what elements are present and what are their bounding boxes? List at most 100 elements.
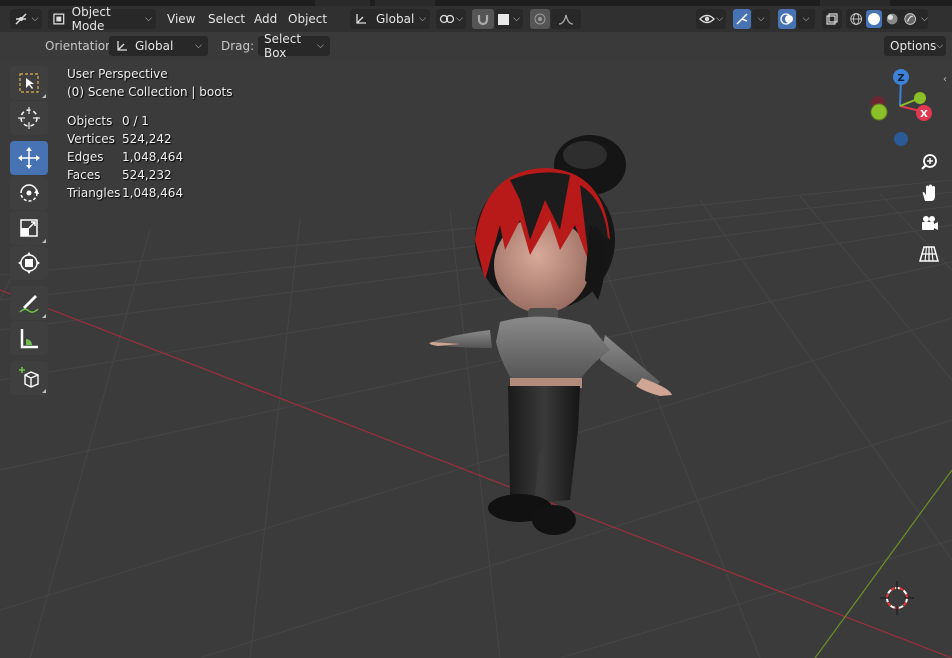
material-preview-icon[interactable]	[885, 11, 899, 27]
proportional-editing-icon	[534, 13, 546, 25]
gizmo-dropdown[interactable]: ⌵	[752, 9, 770, 29]
chevron-down-icon: ⌵	[513, 14, 520, 24]
view-name: User Perspective	[67, 67, 168, 81]
move-icon	[18, 147, 40, 169]
annotate-tool[interactable]	[10, 286, 48, 320]
overlays-icon	[780, 13, 793, 25]
xray-icon	[826, 13, 838, 25]
snap-target-dropdown[interactable]: ⌵	[495, 9, 523, 29]
zoom-button[interactable]	[915, 148, 943, 176]
proportional-editing-toggle[interactable]	[530, 9, 550, 29]
eye-icon	[699, 14, 715, 24]
tool-settings-bar: Orientation: Global ⌵ Drag: Select Box ⌵…	[0, 32, 952, 60]
solid-shading-button[interactable]	[866, 10, 883, 28]
gizmo-icon	[736, 13, 748, 25]
viewport-header: ⌵ Object Mode ⌵ View Select Add Object G…	[0, 5, 952, 33]
rotate-icon	[20, 184, 39, 202]
rendered-shading-icon[interactable]	[903, 11, 917, 27]
collection-line: (0) Scene Collection | boots	[67, 85, 233, 99]
chevron-down-icon: ⌵	[921, 14, 928, 24]
menu-add[interactable]: Add	[254, 12, 277, 26]
stat-value-faces: 524,232	[122, 168, 172, 182]
proportional-falloff-dropdown[interactable]	[551, 9, 581, 29]
grid-perspective-icon	[919, 246, 939, 262]
stat-label-faces: Faces	[67, 168, 101, 182]
gizmo-neg-z-handle[interactable]	[894, 132, 908, 146]
rotate-tool[interactable]	[10, 176, 48, 210]
drag-value: Select Box	[264, 32, 302, 60]
chevron-down-icon: ⌵	[716, 14, 723, 24]
scale-icon	[20, 219, 38, 237]
y-axis-line	[814, 469, 952, 658]
stat-label-vertices: Vertices	[67, 132, 115, 146]
snap-magnet-icon	[477, 15, 489, 26]
chevron-down-icon: ⌵	[802, 14, 810, 24]
chevron-down-icon: ⌵	[419, 14, 426, 24]
gizmo-z-label: Z	[897, 73, 904, 84]
annotate-icon	[19, 295, 39, 313]
chevron-down-icon: ⌵	[456, 14, 463, 24]
camera-icon	[922, 216, 938, 230]
gizmo-y-handle[interactable]	[914, 92, 926, 104]
sidebar-toggle-icon[interactable]: ‹	[943, 74, 947, 85]
transform-tool[interactable]	[10, 246, 48, 280]
falloff-curve-icon	[558, 14, 574, 25]
select-box-tool[interactable]	[10, 66, 48, 100]
stat-label-triangles: Triangles	[67, 186, 121, 200]
navigation-gizmo[interactable]: Z X	[862, 66, 942, 152]
hand-icon	[922, 184, 935, 201]
orientation-icon	[117, 41, 127, 51]
transform-orientation-dropdown[interactable]: Global ⌵	[350, 9, 430, 29]
chevron-down-icon: ⌵	[317, 41, 324, 51]
chevron-down-icon: ⌵	[31, 14, 39, 24]
pivot-point-icon	[439, 14, 455, 24]
overlays-toggle[interactable]	[778, 9, 796, 29]
3d-cursor-icon[interactable]	[880, 581, 914, 615]
perspective-toggle-button[interactable]	[915, 240, 943, 268]
solid-shading-icon	[868, 13, 881, 25]
visibility-dropdown[interactable]: ⌵	[696, 9, 726, 29]
stat-value-vertices: 524,242	[122, 132, 172, 146]
move-tool[interactable]	[10, 141, 48, 175]
options-dropdown[interactable]: Options ⌵	[884, 36, 946, 56]
chevron-down-icon: ⌵	[936, 41, 944, 51]
orientation-dropdown[interactable]: Global ⌵	[109, 36, 208, 56]
snap-toggle[interactable]	[472, 9, 494, 29]
add-cube-icon	[19, 367, 39, 388]
scale-tool[interactable]	[10, 211, 48, 245]
object-mode-icon	[53, 13, 65, 25]
pivot-point-button[interactable]: ⌵	[436, 9, 466, 29]
drag-dropdown[interactable]: Select Box ⌵	[258, 32, 330, 60]
snap-element-icon	[498, 13, 510, 25]
pan-button[interactable]	[915, 179, 943, 207]
3d-viewport-icon	[15, 13, 27, 25]
orientation-icon	[356, 14, 366, 24]
gizmo-neg-y-handle[interactable]	[870, 103, 888, 121]
transform-orientation-label: Global	[376, 12, 415, 26]
camera-view-button[interactable]	[915, 209, 943, 237]
cursor-tool[interactable]	[10, 101, 48, 135]
add-cube-tool[interactable]	[10, 361, 48, 395]
transform-icon	[18, 252, 40, 274]
stat-label-edges: Edges	[67, 150, 104, 164]
chevron-down-icon: ⌵	[757, 14, 765, 24]
menu-object[interactable]: Object	[288, 12, 327, 26]
stat-value-objects: 0 / 1	[122, 114, 149, 128]
menu-select[interactable]: Select	[208, 12, 245, 26]
measure-tool[interactable]	[10, 321, 48, 355]
overlays-dropdown[interactable]: ⌵	[797, 9, 815, 29]
select-box-icon	[19, 73, 39, 93]
gizmo-x-label: X	[920, 109, 928, 120]
xray-toggle[interactable]	[822, 9, 842, 29]
drag-label: Drag:	[221, 39, 255, 53]
measure-icon	[20, 329, 38, 349]
wireframe-shading-icon[interactable]	[849, 11, 863, 27]
editor-type-button[interactable]: ⌵	[10, 9, 42, 29]
menu-view[interactable]: View	[167, 12, 195, 26]
gizmo-toggle[interactable]	[733, 9, 751, 29]
stat-value-triangles: 1,048,464	[122, 186, 184, 200]
stat-label-objects: Objects	[67, 114, 113, 128]
orientation-label: Orientation:	[45, 39, 117, 53]
cursor-icon	[18, 107, 40, 129]
mode-dropdown[interactable]: Object Mode ⌵	[48, 5, 156, 33]
